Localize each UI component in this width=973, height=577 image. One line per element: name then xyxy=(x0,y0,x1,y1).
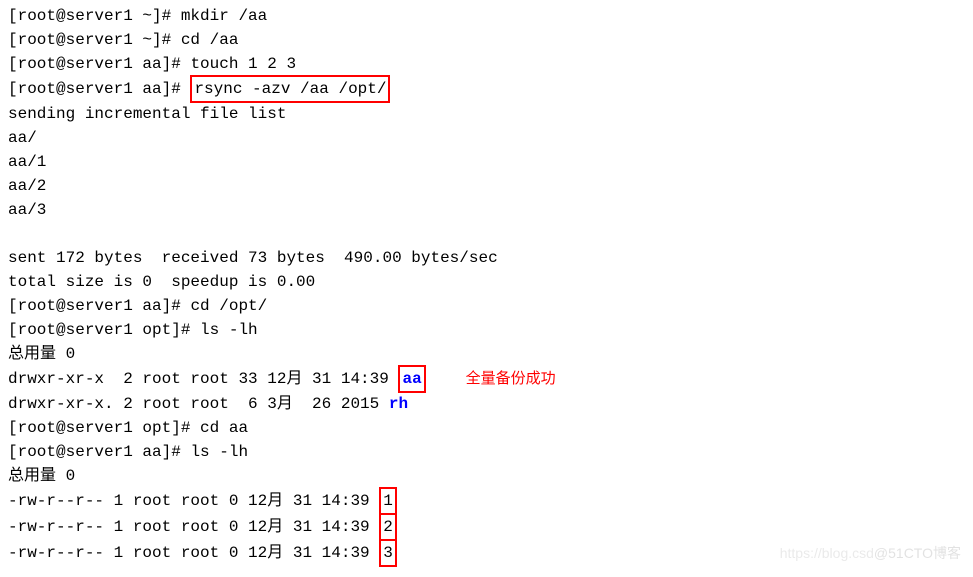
output-text: 总用量 0 xyxy=(8,464,965,488)
command-text: cd /opt/ xyxy=(190,297,267,315)
terminal-line: [root@server1 ~]# cd /aa xyxy=(8,28,965,52)
prompt: [root@server1 opt]# xyxy=(8,419,200,437)
output-text: sending incremental file list xyxy=(8,102,965,126)
ls-entry: drwxr-xr-x 2 root root 33 12月 31 14:39 a… xyxy=(8,366,965,392)
prompt: [root@server1 ~]# xyxy=(8,31,181,49)
terminal-line: [root@server1 aa]# rsync -azv /aa /opt/ xyxy=(8,76,965,102)
terminal-line: [root@server1 opt]# cd aa xyxy=(8,416,965,440)
command-text: cd aa xyxy=(200,419,248,437)
prompt: [root@server1 ~]# xyxy=(8,7,181,25)
command-text: ls -lh xyxy=(190,443,248,461)
output-text: aa/2 xyxy=(8,174,965,198)
file-name: 1 xyxy=(383,492,393,510)
file-name: 2 xyxy=(383,518,393,536)
highlight-box-dir: aa xyxy=(398,365,425,393)
prompt: [root@server1 aa]# xyxy=(8,443,190,461)
terminal-line: [root@server1 aa]# cd /opt/ xyxy=(8,294,965,318)
file-attrs: -rw-r--r-- 1 root root 0 12月 31 14:39 xyxy=(8,492,379,510)
highlight-box-file: 1 xyxy=(379,487,397,515)
output-text: aa/3 xyxy=(8,198,965,222)
ls-entry: -rw-r--r-- 1 root root 0 12月 31 14:39 1 xyxy=(8,488,965,514)
directory-name: aa xyxy=(402,370,421,388)
file-name: 3 xyxy=(383,544,393,562)
terminal-line: [root@server1 ~]# mkdir /aa xyxy=(8,4,965,28)
prompt: [root@server1 opt]# xyxy=(8,321,200,339)
highlight-box-command: rsync -azv /aa /opt/ xyxy=(190,75,390,103)
file-attrs: drwxr-xr-x 2 root root 33 12月 31 14:39 xyxy=(8,370,398,388)
highlight-box-file: 3 xyxy=(379,539,397,567)
terminal-line: [root@server1 aa]# ls -lh xyxy=(8,440,965,464)
ls-entry: drwxr-xr-x. 2 root root 6 3月 26 2015 rh xyxy=(8,392,965,416)
command-text: rsync -azv /aa /opt/ xyxy=(194,80,386,98)
output-text: aa/ xyxy=(8,126,965,150)
terminal-line: [root@server1 opt]# ls -lh xyxy=(8,318,965,342)
output-text: 总用量 0 xyxy=(8,342,965,366)
ls-entry: -rw-r--r-- 1 root root 0 12月 31 14:39 3 xyxy=(8,540,965,566)
output-text: aa/1 xyxy=(8,150,965,174)
output-text: sent 172 bytes received 73 bytes 490.00 … xyxy=(8,246,965,270)
command-text: ls -lh xyxy=(200,321,258,339)
highlight-box-file: 2 xyxy=(379,513,397,541)
file-attrs: drwxr-xr-x. 2 root root 6 3月 26 2015 xyxy=(8,395,389,413)
annotation-text: 全量备份成功 xyxy=(466,370,556,387)
command-text: touch 1 2 3 xyxy=(190,55,296,73)
prompt: [root@server1 aa]# xyxy=(8,80,190,98)
output-text: total size is 0 speedup is 0.00 xyxy=(8,270,965,294)
prompt: [root@server1 aa]# xyxy=(8,55,190,73)
ls-entry: -rw-r--r-- 1 root root 0 12月 31 14:39 2 xyxy=(8,514,965,540)
file-attrs: -rw-r--r-- 1 root root 0 12月 31 14:39 xyxy=(8,544,379,562)
prompt: [root@server1 aa]# xyxy=(8,297,190,315)
command-text: mkdir /aa xyxy=(181,7,267,25)
file-attrs: -rw-r--r-- 1 root root 0 12月 31 14:39 xyxy=(8,518,379,536)
terminal-line: [root@server1 aa]# touch 1 2 3 xyxy=(8,52,965,76)
command-text: cd /aa xyxy=(181,31,239,49)
directory-name: rh xyxy=(389,395,408,413)
blank-line xyxy=(8,222,965,246)
